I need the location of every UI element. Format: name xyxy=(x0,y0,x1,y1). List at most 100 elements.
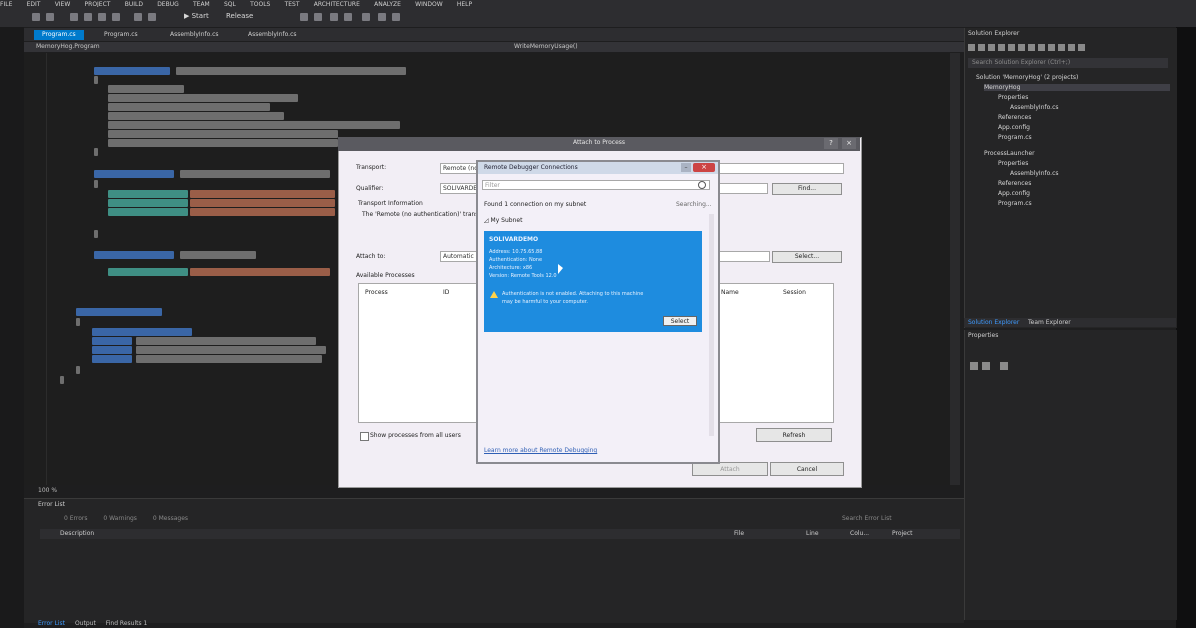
tree-item-app-config[interactable]: App.config xyxy=(998,190,1030,197)
tree-item-references[interactable]: References xyxy=(998,114,1031,121)
column-session[interactable]: Session xyxy=(783,289,806,296)
close-icon[interactable]: × xyxy=(693,163,715,172)
warning-text-line2: may be harmful to your computer. xyxy=(502,299,588,305)
refresh-button[interactable]: Refresh xyxy=(756,428,832,442)
toolbar-tool-icon[interactable] xyxy=(392,13,400,21)
column-column[interactable]: Colu... xyxy=(850,530,869,537)
minimize-icon[interactable]: – xyxy=(681,163,691,172)
settings-icon[interactable] xyxy=(1068,44,1075,51)
tree-item-project-memoryhog[interactable]: MemoryHog xyxy=(984,84,1170,91)
tree-item-app-config[interactable]: App.config xyxy=(998,124,1030,131)
editor-vertical-scrollbar[interactable] xyxy=(950,53,960,485)
pin-icon[interactable] xyxy=(1078,44,1085,51)
preview-icon[interactable] xyxy=(1058,44,1065,51)
code-token xyxy=(108,112,284,120)
properties-title: Properties xyxy=(968,332,999,339)
tree-item-assemblyinfo[interactable]: AssemblyInfo.cs xyxy=(1010,170,1059,177)
tree-item-program-cs[interactable]: Program.cs xyxy=(998,134,1032,141)
errors-filter[interactable]: 0 Errors xyxy=(64,515,87,522)
messages-filter[interactable]: 0 Messages xyxy=(153,515,188,522)
rdc-scrollbar[interactable] xyxy=(709,214,714,436)
solution-explorer-title: Solution Explorer xyxy=(968,30,1020,37)
redo-icon[interactable] xyxy=(148,13,156,21)
tree-item-references[interactable]: References xyxy=(998,180,1031,187)
warnings-filter[interactable]: 0 Warnings xyxy=(103,515,137,522)
tree-item-properties[interactable]: Properties xyxy=(998,94,1028,101)
select-code-type-button[interactable]: Select... xyxy=(772,251,842,263)
tree-item-assemblyinfo[interactable]: AssemblyInfo.cs xyxy=(1010,104,1059,111)
tab-find-results[interactable]: Find Results 1 xyxy=(106,620,148,627)
save-icon[interactable] xyxy=(98,13,106,21)
refresh-icon[interactable] xyxy=(1018,44,1025,51)
properties-icon[interactable] xyxy=(1048,44,1055,51)
column-line[interactable]: Line xyxy=(806,530,819,537)
code-token xyxy=(108,268,188,276)
tab-output[interactable]: Output xyxy=(75,620,96,627)
tree-item-project-processlauncher[interactable]: ProcessLauncher xyxy=(984,150,1035,157)
configuration-select[interactable]: Release xyxy=(226,12,253,20)
tab-solution-explorer[interactable]: Solution Explorer xyxy=(968,319,1019,326)
search-icon xyxy=(698,181,706,189)
forward-icon[interactable] xyxy=(978,44,985,51)
pending-changes-icon[interactable] xyxy=(1008,44,1015,51)
column-title[interactable]: Name xyxy=(721,289,739,296)
my-subnet-group[interactable]: ◿ My Subnet xyxy=(484,217,522,224)
solution-explorer-search[interactable]: Search Solution Explorer (Ctrl+;) xyxy=(968,58,1168,68)
column-process[interactable]: Process xyxy=(365,289,388,296)
solution-explorer-tab-bar: Solution Explorer Team Explorer xyxy=(964,318,1176,327)
tab-error-list[interactable]: Error List xyxy=(38,620,65,627)
tree-item-program-cs[interactable]: Program.cs xyxy=(998,200,1032,207)
show-all-files-icon[interactable] xyxy=(1038,44,1045,51)
right-dock-strip xyxy=(1176,0,1196,628)
property-pages-icon[interactable] xyxy=(1000,362,1008,370)
back-icon[interactable] xyxy=(968,44,975,51)
cancel-button[interactable]: Cancel xyxy=(770,462,844,476)
tab-team-explorer[interactable]: Team Explorer xyxy=(1028,319,1071,326)
forward-icon[interactable] xyxy=(46,13,54,21)
type-dropdown[interactable]: MemoryHog.Program xyxy=(36,43,100,50)
error-list-search[interactable]: Search Error List xyxy=(842,515,954,524)
back-icon[interactable] xyxy=(32,13,40,21)
code-token xyxy=(136,337,316,345)
column-description[interactable]: Description xyxy=(60,530,94,537)
categorized-icon[interactable] xyxy=(970,362,978,370)
column-id[interactable]: ID xyxy=(443,289,449,296)
find-button[interactable]: Find... xyxy=(772,183,842,195)
undo-icon[interactable] xyxy=(134,13,142,21)
close-icon[interactable]: × xyxy=(842,138,856,149)
zoom-level[interactable]: 100 % xyxy=(38,487,57,494)
solution-explorer-panel xyxy=(964,28,1177,328)
tree-item-solution[interactable]: Solution 'MemoryHog' (2 projects) xyxy=(976,74,1078,81)
tab-program-cs[interactable]: Program.cs xyxy=(96,30,146,40)
learn-more-link[interactable]: Learn more about Remote Debugging xyxy=(484,447,597,454)
toolbar-tool-icon[interactable] xyxy=(362,13,370,21)
help-icon[interactable]: ? xyxy=(824,138,838,149)
toolbar-tool-icon[interactable] xyxy=(330,13,338,21)
toolbar-tool-icon[interactable] xyxy=(300,13,308,21)
collapse-all-icon[interactable] xyxy=(1028,44,1035,51)
attach-button[interactable]: Attach xyxy=(692,462,768,476)
toolbar-tool-icon[interactable] xyxy=(314,13,322,21)
home-icon[interactable] xyxy=(988,44,995,51)
start-button[interactable]: ▶ Start xyxy=(184,12,209,20)
column-file[interactable]: File xyxy=(734,530,744,537)
select-machine-button[interactable]: Select xyxy=(663,316,697,326)
sync-icon[interactable] xyxy=(998,44,1005,51)
rdc-title: Remote Debugger Connections xyxy=(484,164,578,171)
toolbar-tool-icon[interactable] xyxy=(344,13,352,21)
new-project-icon[interactable] xyxy=(70,13,78,21)
save-all-icon[interactable] xyxy=(112,13,120,21)
tab-program-cs-active[interactable]: Program.cs xyxy=(34,30,84,40)
column-project[interactable]: Project xyxy=(892,530,913,537)
tab-assemblyinfo-cs[interactable]: AssemblyInfo.cs xyxy=(162,30,227,40)
member-dropdown[interactable]: WriteMemoryUsage() xyxy=(514,43,578,50)
code-navigation-bar: MemoryHog.Program WriteMemoryUsage() xyxy=(24,42,964,52)
tree-item-properties[interactable]: Properties xyxy=(998,160,1028,167)
show-all-users-checkbox[interactable] xyxy=(360,432,369,441)
rdc-filter-input[interactable]: Filter xyxy=(482,180,710,190)
tab-assemblyinfo-cs[interactable]: AssemblyInfo.cs xyxy=(240,30,305,40)
remote-machine-tile[interactable]: SOLIVARDEMO Address: 10.75.65.88 Authent… xyxy=(484,231,702,332)
alphabetical-icon[interactable] xyxy=(982,362,990,370)
toolbar-tool-icon[interactable] xyxy=(378,13,386,21)
open-icon[interactable] xyxy=(84,13,92,21)
